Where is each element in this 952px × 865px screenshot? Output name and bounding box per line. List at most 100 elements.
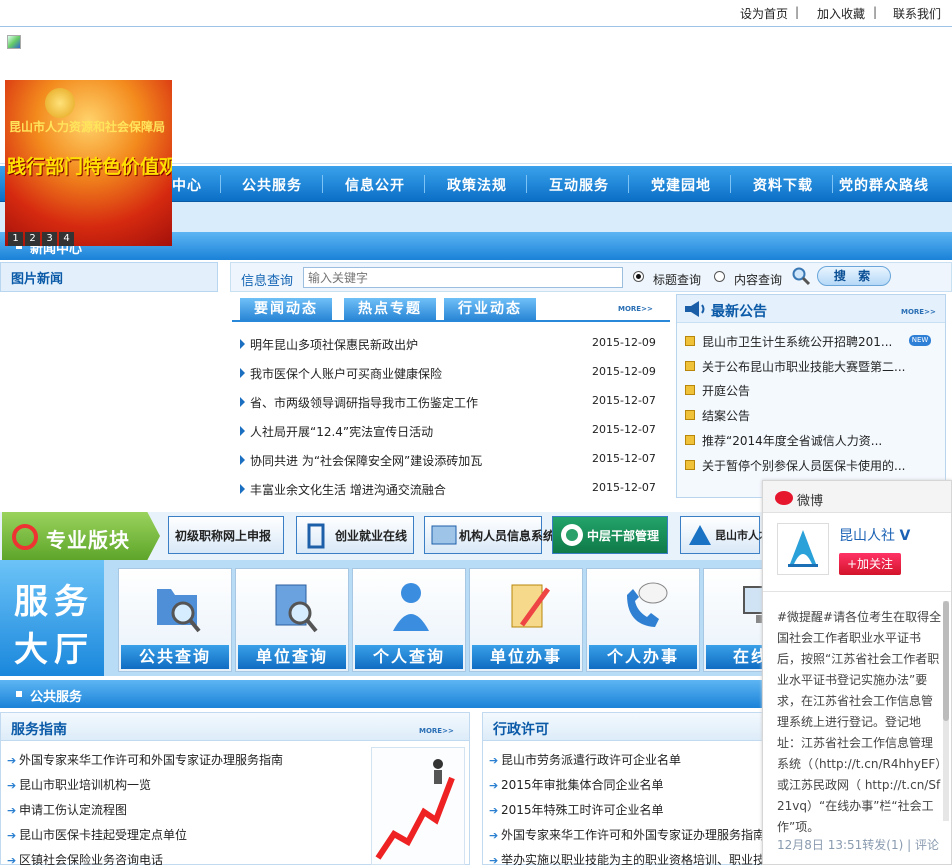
promo-page-2[interactable]: 2 xyxy=(25,232,40,246)
nav-item-downloads[interactable]: 资料下载 xyxy=(753,175,813,195)
arrow-icon: ➔ xyxy=(7,754,17,767)
permit-item-label[interactable]: 2015年审批集体合同企业名单 xyxy=(501,778,664,792)
verified-badge: V xyxy=(899,528,911,544)
contact-us-link[interactable]: 联系我们 xyxy=(893,5,941,22)
personal-query-button[interactable]: 个人查询 xyxy=(352,568,466,672)
promo-page-4[interactable]: 4 xyxy=(59,232,74,246)
news-title[interactable]: 明年昆山多项社保惠民新政出炉 xyxy=(250,336,418,353)
account-name-text[interactable]: 昆山人社 xyxy=(839,528,895,544)
announcement-title[interactable]: 结案公告 xyxy=(702,407,750,424)
button-label: 单位办事 xyxy=(472,645,580,669)
news-item[interactable]: 协同共进 为“社会保障安全网”建设添砖加瓦 2015-12-07 xyxy=(238,452,662,472)
permit-item-label[interactable]: 2015年特殊工时许可企业名单 xyxy=(501,803,664,817)
nav-item-mass-line[interactable]: 党的群众路线 xyxy=(839,175,929,195)
module-entrepreneurship[interactable]: 创业就业在线 xyxy=(296,516,414,554)
permit-item-label[interactable]: 昆山市劳务派遣行政许可企业名单 xyxy=(501,753,681,767)
announcement-item[interactable]: 结案公告 xyxy=(685,407,940,425)
note-icon xyxy=(685,385,695,395)
announcement-item[interactable]: 开庭公告 xyxy=(685,382,940,400)
radio-title-search[interactable] xyxy=(633,271,644,282)
nav-item-public-service[interactable]: 公共服务 xyxy=(242,175,302,195)
growth-arrow-icon xyxy=(375,759,455,860)
news-date: 2015-12-09 xyxy=(592,336,656,349)
guide-item-label[interactable]: 区镇社会保险业务咨询电话 xyxy=(19,853,163,865)
news-more-link[interactable]: MORE>> xyxy=(618,305,653,313)
news-title[interactable]: 人社局开展“12.4”宪法宣传日活动 xyxy=(250,423,433,440)
news-tabs: 要闻动态 热点专题 行业动态 MORE>> xyxy=(232,298,670,322)
guide-item[interactable]: ➔ 区镇社会保险业务咨询电话 xyxy=(7,851,163,865)
set-homepage-link[interactable]: 设为首页 xyxy=(740,5,788,22)
radio-content-search[interactable] xyxy=(714,271,725,282)
notebook-search-icon xyxy=(275,584,318,633)
promo-page-1[interactable]: 1 xyxy=(8,232,23,246)
announcement-item[interactable]: 关于公布昆山市职业技能大赛暨第二... xyxy=(685,358,940,376)
news-item[interactable]: 明年昆山多项社保惠民新政出炉 2015-12-09 xyxy=(238,336,662,356)
avatar[interactable] xyxy=(777,523,829,575)
weibo-post-footer[interactable]: 12月8日 13:51转发(1) | 评论 xyxy=(777,836,939,853)
tab-headline-news[interactable]: 要闻动态 xyxy=(240,298,332,320)
nav-item-info-disclosure[interactable]: 信息公开 xyxy=(345,175,405,195)
news-item[interactable]: 省、市两级领导调研指导我市工伤鉴定工作 2015-12-07 xyxy=(238,394,662,414)
announcement-title[interactable]: 关于公布昆山市职业技能大赛暨第二... xyxy=(702,358,905,375)
permit-item-label[interactable]: 外国专家来华工作许可和外国专家证办理服务指南 xyxy=(501,828,765,842)
floating-promo[interactable]: 昆山市人力资源和社会保障局 践行部门特色价值观专版 1234 xyxy=(5,80,172,246)
news-item[interactable]: 我市医保个人账户可买商业健康保险 2015-12-09 xyxy=(238,365,662,385)
announcement-item[interactable]: 推荐“2014年度全省诚信人力资... xyxy=(685,432,940,450)
announcement-item[interactable]: 关于暂停个别参保人员医保卡使用的... xyxy=(685,457,940,475)
search-icon[interactable] xyxy=(791,266,811,286)
module-cadre-management[interactable]: 中层干部管理 xyxy=(552,516,668,554)
guide-item[interactable]: ➔ 昆山市职业培训机构一览 xyxy=(7,776,151,794)
arrow-icon xyxy=(240,397,245,407)
nav-item-policy[interactable]: 政策法规 xyxy=(447,175,507,195)
module-staff-info[interactable]: 机构人员信息系统 xyxy=(424,516,555,554)
announcement-title[interactable]: 昆山市卫生计生系统公开招聘201... xyxy=(702,333,892,350)
permit-item[interactable]: ➔ 外国专家来华工作许可和外国专家证办理服务指南 xyxy=(489,826,765,844)
guide-item-label[interactable]: 昆山市职业培训机构一览 xyxy=(19,778,151,792)
search-button[interactable]: 搜 索 xyxy=(817,266,891,286)
guide-item[interactable]: ➔ 申请工伤认定流程图 xyxy=(7,801,127,819)
broken-image-icon xyxy=(7,35,21,49)
add-favorite-link[interactable]: 加入收藏 xyxy=(817,5,865,22)
personal-affairs-button[interactable]: 个人办事 xyxy=(586,568,700,672)
news-title[interactable]: 我市医保个人账户可买商业健康保险 xyxy=(250,365,442,382)
announcement-item[interactable]: 昆山市卫生计生系统公开招聘201... NEW xyxy=(685,333,940,351)
guide-item[interactable]: ➔ 昆山市医保卡挂起受理定点单位 xyxy=(7,826,187,844)
tab-industry-news[interactable]: 行业动态 xyxy=(444,298,536,320)
announcement-title[interactable]: 推荐“2014年度全省诚信人力资... xyxy=(702,432,882,449)
weibo-scrollbar[interactable] xyxy=(943,601,949,821)
announcements-more-link[interactable]: MORE>> xyxy=(901,308,936,316)
announcement-title[interactable]: 开庭公告 xyxy=(702,382,750,399)
nav-item-interactive[interactable]: 互动服务 xyxy=(549,175,609,195)
unit-affairs-button[interactable]: 单位办事 xyxy=(469,568,583,672)
nav-item-party[interactable]: 党建园地 xyxy=(651,175,711,195)
promo-headline: 践行部门特色价值观专版 xyxy=(7,156,172,178)
permit-item[interactable]: ➔ 2015年审批集体合同企业名单 xyxy=(489,776,664,794)
news-title[interactable]: 省、市两级领导调研指导我市工伤鉴定工作 xyxy=(250,394,478,411)
module-title-application[interactable]: 初级职称网上申报 xyxy=(168,516,284,554)
guide-item-label[interactable]: 昆山市医保卡挂起受理定点单位 xyxy=(19,828,187,842)
permit-item[interactable]: ➔ 举办实施以职业技能为主的职业资格培训、职业技能 xyxy=(489,851,777,865)
news-title[interactable]: 丰富业余文化生活 增进沟通交流融合 xyxy=(250,481,446,498)
guide-item-label[interactable]: 外国专家来华工作许可和外国专家证办理服务指南 xyxy=(19,753,283,767)
guide-item[interactable]: ➔ 外国专家来华工作许可和外国专家证办理服务指南 xyxy=(7,751,283,769)
permit-item-label[interactable]: 举办实施以职业技能为主的职业资格培训、职业技能 xyxy=(501,853,777,865)
guide-item-label[interactable]: 申请工伤认定流程图 xyxy=(19,803,127,817)
nav-item-center[interactable]: 中心 xyxy=(172,175,202,195)
public-query-button[interactable]: 公共查询 xyxy=(118,568,232,672)
unit-query-button[interactable]: 单位查询 xyxy=(235,568,349,672)
permit-item[interactable]: ➔ 昆山市劳务派遣行政许可企业名单 xyxy=(489,751,681,769)
permit-item[interactable]: ➔ 2015年特殊工时许可企业名单 xyxy=(489,801,664,819)
module-talent[interactable]: 昆山市人才 xyxy=(680,516,770,554)
search-input[interactable] xyxy=(303,267,623,288)
announcement-title[interactable]: 关于暂停个别参保人员医保卡使用的... xyxy=(702,457,905,474)
weibo-account-name[interactable]: 昆山人社 V xyxy=(839,525,910,545)
news-item[interactable]: 丰富业余文化生活 增进沟通交流融合 2015-12-07 xyxy=(238,481,662,501)
news-item[interactable]: 人社局开展“12.4”宪法宣传日活动 2015-12-07 xyxy=(238,423,662,443)
tab-hot-topics[interactable]: 热点专题 xyxy=(344,298,436,320)
follow-button[interactable]: +加关注 xyxy=(839,553,901,575)
promo-page-3[interactable]: 3 xyxy=(42,232,57,246)
guide-more-link[interactable]: MORE>> xyxy=(419,727,454,735)
scrollbar-thumb[interactable] xyxy=(943,601,949,721)
news-title[interactable]: 协同共进 为“社会保障安全网”建设添砖加瓦 xyxy=(250,452,482,469)
arrow-icon: ➔ xyxy=(489,829,499,842)
